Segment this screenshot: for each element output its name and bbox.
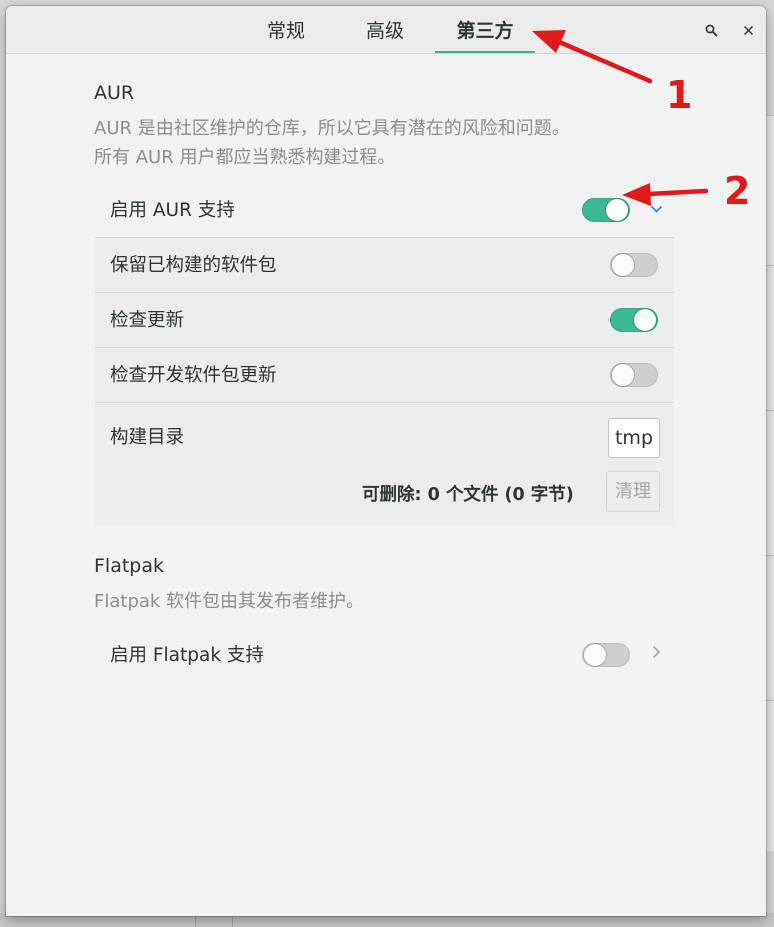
check-dev-updates-label: 检查开发软件包更新 [110, 365, 277, 386]
annotation-number-2: 2 [724, 169, 751, 213]
clean-button[interactable]: 清理 [606, 471, 660, 512]
enable-aur-label: 启用 AUR 支持 [110, 200, 235, 221]
switch-knob [634, 309, 656, 331]
switch-knob [584, 644, 606, 666]
enable-aur-row: 启用 AUR 支持 [95, 183, 674, 238]
enable-flatpak-row: 启用 Flatpak 支持 [95, 628, 674, 683]
switch-knob [606, 199, 628, 221]
aur-section-title: AUR [94, 82, 135, 104]
build-directory-button[interactable]: tmp [608, 418, 660, 458]
search-button[interactable] [697, 16, 725, 44]
chevron-right-icon[interactable] [652, 644, 661, 664]
keep-built-packages-label: 保留已构建的软件包 [110, 255, 277, 276]
preferences-dialog: 常规 高级 第三方 AUR AUR 是由社区维护的仓库，所以它具有潜在的风险和问… [6, 6, 766, 916]
check-updates-row: 检查更新 [95, 292, 674, 348]
build-directory-row: 构建目录 tmp 可删除: 0 个文件 (0 字节) 清理 [95, 402, 674, 527]
enable-flatpak-label: 启用 Flatpak 支持 [110, 645, 264, 666]
keep-built-packages-row: 保留已构建的软件包 [95, 237, 674, 293]
check-updates-label: 检查更新 [110, 310, 185, 331]
aur-description-line-1: AUR 是由社区维护的仓库，所以它具有潜在的风险和问题。 [94, 118, 570, 139]
tab-advanced[interactable]: 高级 [355, 6, 415, 53]
flatpak-section-title: Flatpak [94, 555, 165, 577]
build-directory-label: 构建目录 [110, 427, 185, 448]
aur-options-group: 保留已构建的软件包 检查更新 检查开发软件包更新 构建目录 tmp 可删除: 0… [95, 237, 674, 526]
header-bar: 常规 高级 第三方 [6, 6, 766, 54]
switch-knob [612, 254, 634, 276]
search-icon [705, 24, 717, 37]
enable-flatpak-switch[interactable] [582, 643, 630, 667]
chevron-down-icon[interactable] [650, 202, 663, 218]
keep-built-packages-switch[interactable] [610, 253, 658, 277]
close-button[interactable] [734, 16, 762, 44]
switch-knob [612, 364, 634, 386]
check-dev-updates-switch[interactable] [610, 363, 658, 387]
check-dev-updates-row: 检查开发软件包更新 [95, 347, 674, 403]
close-icon [743, 25, 753, 36]
tab-third-party[interactable]: 第三方 [435, 6, 535, 53]
flatpak-description: Flatpak 软件包由其发布者维护。 [94, 591, 365, 612]
aur-description: AUR 是由社区维护的仓库，所以它具有潜在的风险和问题。 所有 AUR 用户都应… [94, 114, 570, 172]
tab-general[interactable]: 常规 [256, 6, 316, 53]
enable-aur-switch[interactable] [582, 198, 630, 222]
annotation-number-1: 1 [666, 73, 693, 117]
check-updates-switch[interactable] [610, 308, 658, 332]
aur-description-line-2: 所有 AUR 用户都应当熟悉构建过程。 [94, 147, 396, 168]
removable-files-info: 可删除: 0 个文件 (0 字节) [362, 485, 574, 505]
